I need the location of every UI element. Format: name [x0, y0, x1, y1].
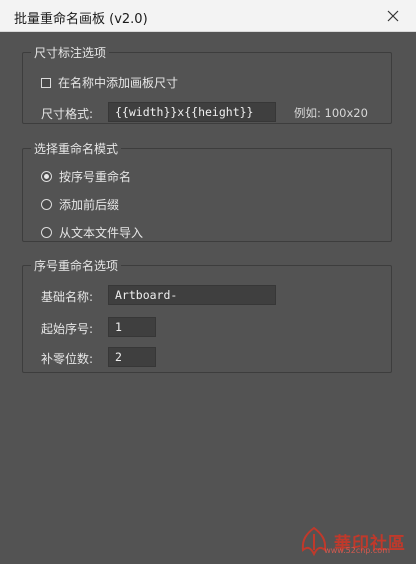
dialog-panel: 尺寸标注选项 在名称中添加画板尺寸 尺寸格式: {{width}}x{{heig… — [0, 32, 416, 564]
base-name-label: 基础名称: — [41, 290, 94, 304]
watermark: 華印社區 www.52cnp.com — [298, 526, 406, 556]
mode-radio-text-file[interactable] — [41, 227, 52, 238]
mode-option-prefix-suffix[interactable]: 添加前后缀 — [41, 196, 119, 213]
mode-option-sequence[interactable]: 按序号重命名 — [41, 168, 131, 185]
mode-label-prefix-suffix: 添加前后缀 — [59, 198, 120, 212]
mode-option-text-file[interactable]: 从文本文件导入 — [41, 224, 143, 241]
size-format-input[interactable]: {{width}}x{{height}} — [108, 102, 276, 122]
rename-mode-group: 选择重命名模式 按序号重命名 添加前后缀 从文本文件导入 — [22, 140, 392, 242]
base-name-input[interactable]: Artboard- — [108, 285, 276, 305]
size-format-label: 尺寸格式: — [41, 107, 94, 121]
mode-label-text-file: 从文本文件导入 — [59, 226, 144, 240]
mode-label-sequence: 按序号重命名 — [59, 170, 132, 184]
window-title: 批量重命名画板 (v2.0) — [14, 12, 148, 27]
title-bar: 批量重命名画板 (v2.0) — [0, 0, 416, 32]
size-format-example: 例如: 100x20 — [294, 106, 368, 120]
zero-padding-label: 补零位数: — [41, 352, 94, 366]
size-options-group: 尺寸标注选项 在名称中添加画板尺寸 尺寸格式: {{width}}x{{heig… — [22, 44, 392, 124]
mode-radio-prefix-suffix[interactable] — [41, 199, 52, 210]
add-size-checkbox[interactable] — [41, 77, 51, 88]
rename-mode-legend: 选择重命名模式 — [34, 142, 119, 156]
watermark-url: www.52cnp.com — [324, 546, 390, 555]
close-icon — [387, 10, 399, 22]
close-button[interactable] — [380, 3, 406, 29]
start-number-input[interactable]: 1 — [108, 317, 156, 337]
add-size-checkbox-row[interactable]: 在名称中添加画板尺寸 — [41, 74, 178, 91]
sequence-options-group: 序号重命名选项 基础名称: Artboard- 起始序号: 1 补零位数: 2 — [22, 257, 392, 373]
zero-padding-input[interactable]: 2 — [108, 347, 156, 367]
mode-radio-sequence[interactable] — [41, 171, 52, 182]
sequence-options-legend: 序号重命名选项 — [34, 259, 119, 273]
add-size-label: 在名称中添加画板尺寸 — [58, 76, 179, 90]
size-options-legend: 尺寸标注选项 — [34, 46, 107, 60]
start-number-label: 起始序号: — [41, 322, 94, 336]
